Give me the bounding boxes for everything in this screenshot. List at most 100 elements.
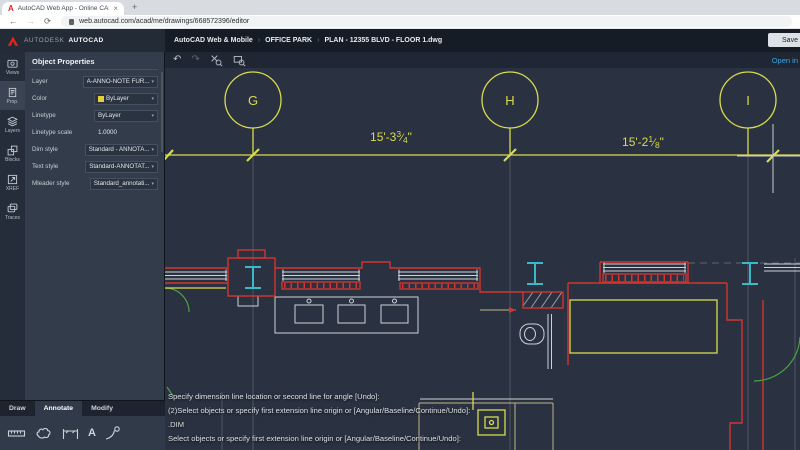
property-value: Standard-ANNOTAT... (89, 163, 149, 170)
dim-denominator: 8 (655, 140, 660, 150)
property-value: Standard - ANNOTA... (89, 146, 150, 153)
property-label: Text style (32, 163, 85, 170)
panel-divider (30, 69, 158, 70)
dimension-text: 15'-33⁄4" (326, 130, 456, 144)
property-row-layer: Layer A-ANNO-NOTE FUR... ▾ (32, 74, 158, 89)
forward-icon[interactable]: → (27, 17, 36, 26)
property-row-text-style: Text style Standard-ANNOTAT... ▾ (32, 159, 158, 174)
linetype-select[interactable]: ByLayer ▾ (94, 110, 158, 122)
refresh-icon[interactable]: ⟳ (44, 17, 51, 26)
sidebar-item-label: Prop. (7, 99, 19, 105)
layers-icon (7, 116, 18, 127)
property-row-linetype: Linetype ByLayer ▾ (32, 108, 158, 123)
mleader-style-select[interactable]: Standard_annotati... ▾ (90, 178, 158, 190)
zoom-window-icon[interactable] (233, 54, 246, 67)
breadcrumb-item[interactable]: OFFICE PARK (265, 37, 312, 44)
color-swatch (98, 96, 104, 102)
new-tab-button[interactable]: + (132, 2, 137, 12)
lock-icon (69, 19, 74, 25)
revision-cloud-icon (34, 426, 53, 441)
tab-annotate[interactable]: Annotate (35, 401, 82, 416)
text-style-select[interactable]: Standard-ANNOTAT... ▾ (85, 161, 158, 173)
leader-tool-button[interactable] (104, 426, 123, 441)
sidebar-item-label: Views (6, 70, 19, 76)
app-window: A AutoCAD Web App - Online CAD × + ← → ⟳… (0, 0, 800, 450)
linear-dimension-tool-button[interactable] (61, 426, 80, 441)
property-label: Dim style (32, 146, 85, 153)
breadcrumb: AutoCAD Web & Mobile › OFFICE PARK › PLA… (165, 29, 800, 52)
property-value: A-ANNO-NOTE FUR... (87, 78, 150, 85)
breadcrumb-separator: › (317, 37, 319, 44)
grid-bubble-label: H (505, 93, 514, 108)
toilet-fixture (520, 324, 544, 344)
chevron-down-icon: ▾ (151, 96, 154, 102)
command-line: .DIM (168, 418, 638, 432)
app-header: AUTODESK AUTOCAD AutoCAD Web & Mobile › … (0, 29, 800, 52)
dim-numerator: 1 (648, 134, 653, 144)
sidebar-item-label: Traces (5, 215, 20, 221)
chevron-down-icon: ▾ (151, 181, 154, 187)
dimension-tool-button[interactable] (7, 426, 26, 441)
panel-scrollbar[interactable] (161, 72, 163, 152)
blocks-icon (7, 145, 18, 156)
property-label: Color (32, 95, 94, 102)
sidebar-item-properties[interactable]: Prop. (0, 81, 25, 110)
zoom-selection-icon[interactable] (210, 54, 223, 67)
breadcrumb-item[interactable]: AutoCAD Web & Mobile (174, 37, 253, 44)
sidebar-item-label: Layers (5, 128, 20, 134)
linear-dimension-icon (61, 426, 80, 441)
properties-panel: Object Properties Layer A-ANNO-NOTE FUR.… (25, 52, 165, 400)
breadcrumb-separator: › (258, 37, 260, 44)
property-value: ByLayer (106, 95, 149, 102)
chevron-down-icon: ▾ (151, 164, 154, 170)
sidebar-item-views[interactable]: Views (0, 52, 25, 81)
dim-style-select[interactable]: Standard - ANNOTA... ▾ (85, 144, 158, 156)
command-line: (2)Select objects or specify first exten… (168, 404, 638, 418)
text-tool-button[interactable]: A (88, 428, 96, 439)
dim-prefix: 15'-3 (370, 130, 396, 144)
command-prompt[interactable]: Select objects or specify first extensio… (168, 432, 638, 446)
autodesk-logo-icon (6, 34, 20, 48)
tab-close-icon[interactable]: × (113, 4, 118, 13)
brand-autocad: AUTOCAD (68, 37, 103, 44)
linetype-scale-input[interactable]: 1.0000 (94, 127, 158, 139)
sidebar-item-layers[interactable]: Layers (0, 110, 25, 139)
property-label: Linetype scale (32, 129, 94, 136)
tab-modify[interactable]: Modify (82, 401, 122, 416)
property-value: ByLayer (98, 112, 149, 119)
sidebar-item-traces[interactable]: Traces (0, 197, 25, 226)
back-icon[interactable]: ← (9, 17, 18, 26)
redo-icon[interactable]: ↷ (191, 55, 199, 65)
annotation-geometry (165, 72, 800, 435)
url-field[interactable]: web.autocad.com/acad/me/drawings/6685723… (61, 16, 792, 27)
tools-row: A (0, 416, 165, 450)
hatch-pattern (523, 292, 562, 308)
dim-prefix: 15'-2 (622, 135, 648, 149)
properties-icon (7, 87, 18, 98)
save-button[interactable]: Save (768, 33, 800, 47)
tab-draw[interactable]: Draw (0, 401, 35, 416)
traces-icon (7, 203, 18, 214)
sidebar-item-blocks[interactable]: Blocks (0, 139, 25, 168)
browser-tab-bar: A AutoCAD Web App - Online CAD × + (0, 0, 800, 15)
breadcrumb-item-current: PLAN - 12355 BLVD - FLOOR 1.dwg (324, 37, 442, 44)
color-select[interactable]: ByLayer ▾ (94, 93, 158, 105)
tab-title: AutoCAD Web App - Online CAD (18, 5, 110, 12)
undo-icon[interactable]: ↶ (173, 55, 181, 65)
highlighted-room-rect (570, 300, 717, 353)
property-label: Layer (32, 78, 83, 85)
property-value: Standard_annotati... (94, 180, 150, 187)
sidebar-item-xref[interactable]: XREF (0, 168, 25, 197)
open-in-link[interactable]: Open in (772, 56, 798, 65)
address-bar: ← → ⟳ web.autocad.com/acad/me/drawings/6… (0, 15, 800, 29)
grid-bubble-label: G (248, 93, 258, 108)
views-icon (7, 58, 18, 69)
property-row-dim-style: Dim style Standard - ANNOTA... ▾ (32, 142, 158, 157)
revision-cloud-tool-button[interactable] (34, 426, 53, 441)
browser-tab[interactable]: A AutoCAD Web App - Online CAD × (2, 2, 124, 15)
crosshair-cursor (737, 124, 800, 193)
layer-select[interactable]: A-ANNO-NOTE FUR... ▾ (83, 76, 158, 88)
property-row-mleader-style: Mleader style Standard_annotati... ▾ (32, 176, 158, 191)
xref-icon (7, 174, 18, 185)
dim-denominator: 4 (403, 135, 408, 145)
